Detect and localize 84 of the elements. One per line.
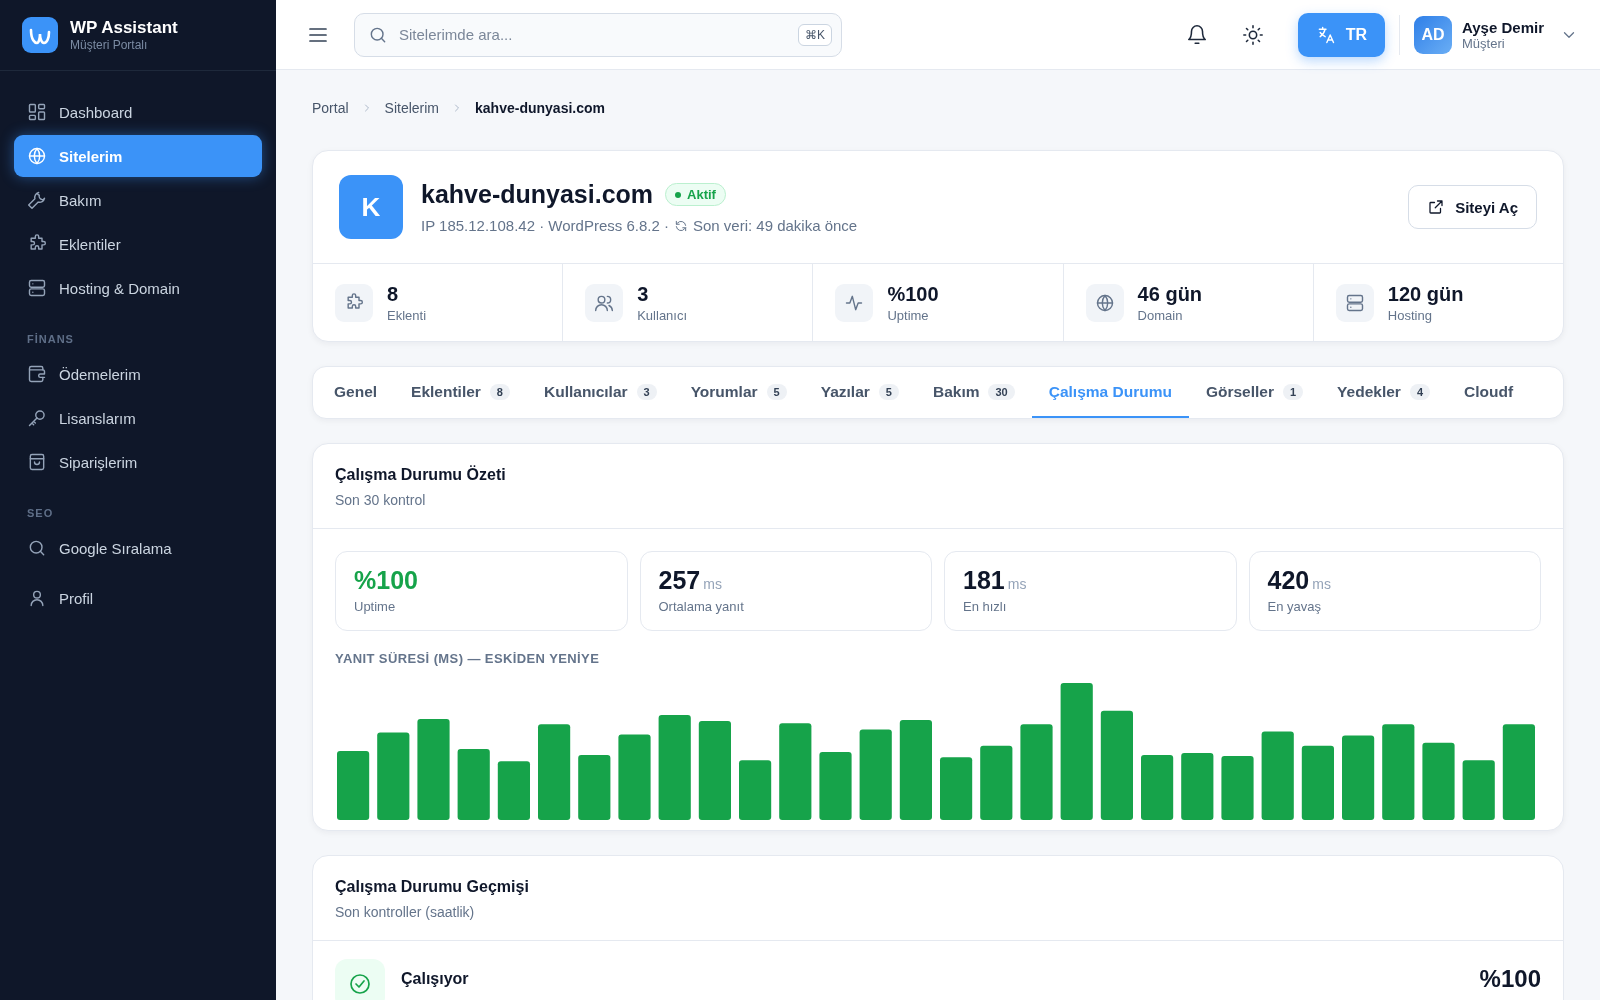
nav-item[interactable]: Ödemelerim <box>14 353 262 395</box>
tab[interactable]: Eklentiler 8 <box>394 367 527 418</box>
breadcrumb-link[interactable]: Sitelerim <box>384 100 440 116</box>
site-title: kahve-dunyasi.com <box>421 180 654 209</box>
site-avatar: K <box>339 175 403 239</box>
breadcrumb-current: kahve-dunyasi.com <box>475 100 605 116</box>
chart-title: YANIT SÜRESİ (MS) — ESKİDEN YENİYE <box>335 651 601 666</box>
nav-item[interactable]: Lisanslarım <box>14 397 262 439</box>
tab[interactable]: Yedekler 4 <box>1320 367 1447 418</box>
bag-icon <box>27 452 47 472</box>
search-icon <box>27 538 47 558</box>
nav-item[interactable]: Google Sıralama <box>14 527 262 569</box>
count-badge: 8 <box>489 383 510 400</box>
section-heading: SEO <box>26 506 55 521</box>
card-subtitle: Son kontroller (saatlik) <box>335 904 476 920</box>
external-link-icon <box>1427 198 1446 216</box>
stat-value: 8 <box>387 282 400 306</box>
user-name: Ayşe Demir <box>1462 18 1544 36</box>
refresh-icon <box>673 218 688 233</box>
tab[interactable]: Görseller 1 <box>1188 367 1321 418</box>
brand-subtitle: Müşteri Portalı <box>70 38 149 52</box>
metric-label: En yavaş <box>1267 599 1322 614</box>
card-subtitle: Son 30 kontrol <box>335 492 427 508</box>
count-badge: 30 <box>988 383 1015 400</box>
tab[interactable]: Yazılar 5 <box>803 367 916 418</box>
metric-label: Uptime <box>354 599 397 614</box>
metric-value: 181 <box>963 566 1005 594</box>
stat-label: Uptime <box>887 307 930 323</box>
key-icon <box>27 408 47 428</box>
count-badge: 5 <box>766 383 787 400</box>
app-logo <box>22 17 58 53</box>
stat-value: 46 gün <box>1137 282 1203 306</box>
brand-title: WP Assistant <box>70 18 178 38</box>
user-role: Müşteri <box>1462 35 1506 51</box>
sun-icon[interactable] <box>1241 23 1264 46</box>
nav-item[interactable]: Siparişlerim <box>14 441 262 483</box>
stat-value: 120 gün <box>1387 282 1464 306</box>
breadcrumb-link[interactable]: Portal <box>312 100 349 116</box>
stat-label: Domain <box>1137 307 1184 323</box>
count-badge: 5 <box>878 383 899 400</box>
stat-value: 3 <box>637 282 650 306</box>
metric-label: Ortalama yanıt <box>658 599 745 614</box>
server-icon <box>27 278 47 298</box>
tab[interactable]: Bakım 30 <box>915 367 1032 418</box>
metric-label: En hızlı <box>963 599 1008 614</box>
globe-icon <box>1094 292 1115 313</box>
card-title: Çalışma Durumu Özeti <box>335 466 507 484</box>
count-badge: 4 <box>1409 383 1430 400</box>
nav-item[interactable]: Dashboard <box>14 91 262 133</box>
site-meta: IP 185.12.108.42 · WordPress 6.8.2 · <box>421 217 669 234</box>
metric-value: %100 <box>354 566 418 594</box>
open-site-button[interactable]: Siteyi Aç <box>1408 185 1537 229</box>
card-title: Çalışma Durumu Geçmişi <box>335 878 530 896</box>
grid-icon <box>27 102 47 122</box>
nav-item[interactable]: Profil <box>14 577 262 619</box>
section-heading: FİNANS <box>26 332 75 347</box>
user-icon <box>27 588 47 608</box>
globe-icon <box>27 146 47 166</box>
tab[interactable]: Cloudf <box>1447 367 1531 418</box>
server-icon <box>1344 292 1365 313</box>
tab[interactable]: Kullanıcılar 3 <box>527 367 674 418</box>
metric-value: 420 <box>1267 566 1310 594</box>
stat-label: Hosting <box>1387 307 1433 323</box>
nav-item[interactable]: Eklentiler <box>14 223 262 265</box>
stat-label: Kullanıcı <box>637 307 688 323</box>
check-uptime: %100 <box>1479 967 1541 991</box>
check-status: Çalışıyor <box>401 969 470 989</box>
wrench-icon <box>27 190 47 210</box>
metric-unit: ms <box>1312 576 1331 592</box>
wallet-icon <box>27 364 47 384</box>
metric-unit: ms <box>1007 576 1027 592</box>
nav-item[interactable]: Hosting & Domain <box>14 267 262 309</box>
stat-value: %100 <box>887 282 939 306</box>
count-badge: 3 <box>636 383 657 400</box>
stat-label: Eklenti <box>387 307 427 323</box>
count-badge: 1 <box>1282 383 1304 400</box>
bell-icon[interactable] <box>1185 23 1208 46</box>
tab[interactable]: Genel <box>317 367 395 418</box>
nav-item[interactable]: Bakım <box>14 179 262 221</box>
status-badge: Aktif <box>665 183 726 206</box>
last-data-time: Son veri: 49 dakika önce <box>692 217 858 234</box>
tab[interactable]: Yorumlar 5 <box>673 367 804 418</box>
metric-value: 257 <box>658 566 701 594</box>
metric-unit: ms <box>703 576 722 592</box>
